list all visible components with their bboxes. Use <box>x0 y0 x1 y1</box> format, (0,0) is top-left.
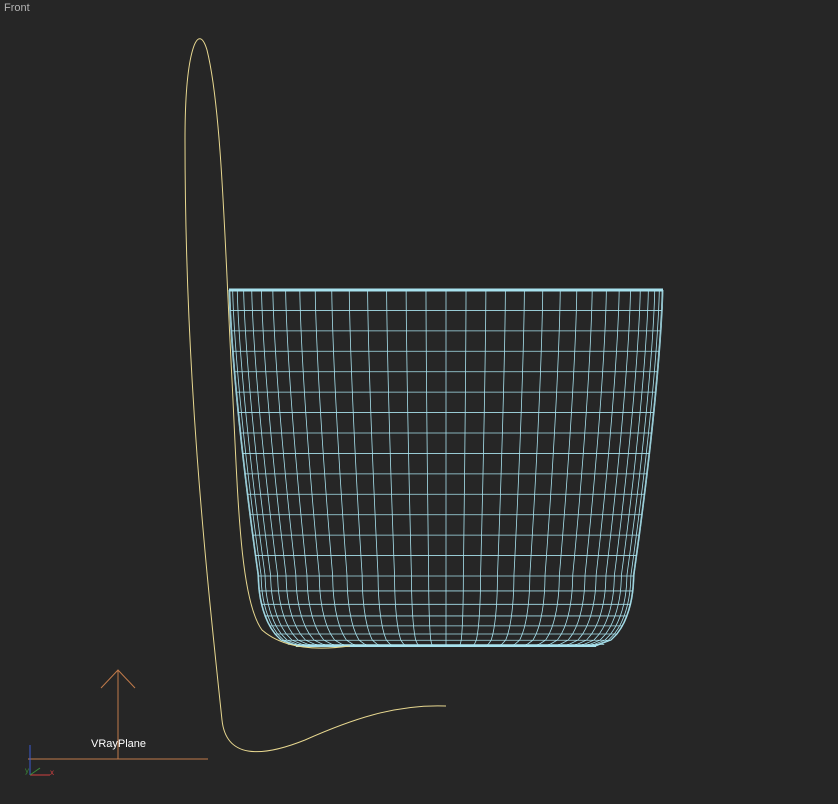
mesh-meridian <box>236 289 302 647</box>
axis-y-label: y <box>25 766 29 775</box>
mesh-meridian <box>348 289 380 647</box>
mesh-meridian <box>486 289 506 647</box>
mesh-meridian <box>405 289 419 647</box>
mesh-meridian <box>299 289 346 647</box>
viewport-scene[interactable]: VRayPlane x y <box>0 0 838 804</box>
mesh-meridian <box>512 289 544 647</box>
mesh-meridian <box>251 289 312 647</box>
mesh-meridian <box>367 289 393 647</box>
viewport-front[interactable]: Front VRayPlane x y <box>0 0 838 804</box>
mesh-meridian <box>593 289 660 647</box>
axis-x-label: x <box>50 768 54 777</box>
mesh-meridian <box>285 289 336 647</box>
mesh-meridian <box>580 289 641 647</box>
profile-spline-tail[interactable] <box>221 705 447 753</box>
mesh-meridian <box>473 289 487 647</box>
mesh-meridian <box>459 289 467 647</box>
mesh-meridian <box>314 289 356 647</box>
profile-spline[interactable] <box>184 38 351 721</box>
mesh-meridian <box>536 289 578 647</box>
axis-y-line <box>29 767 41 776</box>
mesh-meridian <box>272 289 327 647</box>
bathtub-mesh[interactable] <box>228 288 664 647</box>
mesh-meridian <box>556 289 607 647</box>
vray-plane[interactable]: VRayPlane <box>28 669 208 760</box>
mesh-meridian <box>425 289 433 647</box>
mesh-meridian <box>499 289 525 647</box>
mesh-meridian <box>565 289 620 647</box>
mesh-meridian <box>386 289 406 647</box>
mesh-meridian <box>590 289 656 647</box>
vray-plane-label: VRayPlane <box>91 738 146 750</box>
mesh-meridian <box>524 289 561 647</box>
mesh-meridian <box>331 289 368 647</box>
mesh-meridian <box>232 289 299 647</box>
mesh-meridian <box>546 289 593 647</box>
axis-gizmo: x y <box>25 745 54 777</box>
